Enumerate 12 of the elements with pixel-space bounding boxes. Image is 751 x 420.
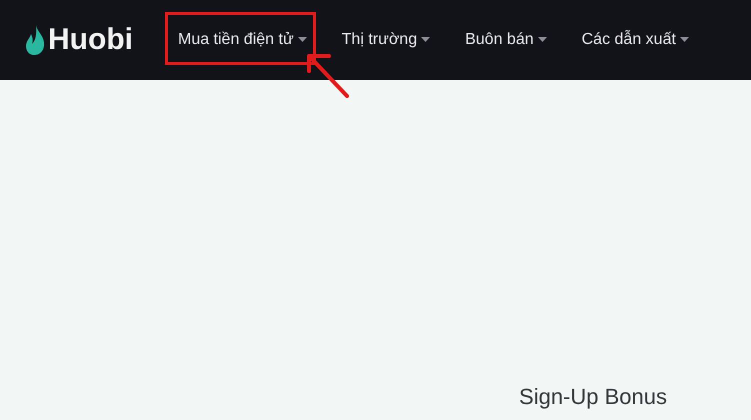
section-heading: Sign-Up Bonus bbox=[519, 384, 667, 410]
annotation-arrow bbox=[304, 51, 351, 99]
caret-icon bbox=[421, 37, 430, 43]
nav-menu-item[interactable]: Thị trường bbox=[342, 31, 430, 49]
caret-icon bbox=[680, 37, 689, 43]
nav-menu-item[interactable]: Mua tiền điện tử bbox=[178, 31, 307, 49]
logo-text[interactable]: Huobi bbox=[48, 23, 133, 57]
flame-icon bbox=[25, 24, 45, 56]
nav-menu-item[interactable]: Các dẫn xuất bbox=[582, 31, 689, 49]
nav-menu-item[interactable]: Buôn bán bbox=[465, 31, 547, 49]
caret-icon bbox=[298, 37, 307, 43]
caret-icon bbox=[538, 37, 547, 43]
